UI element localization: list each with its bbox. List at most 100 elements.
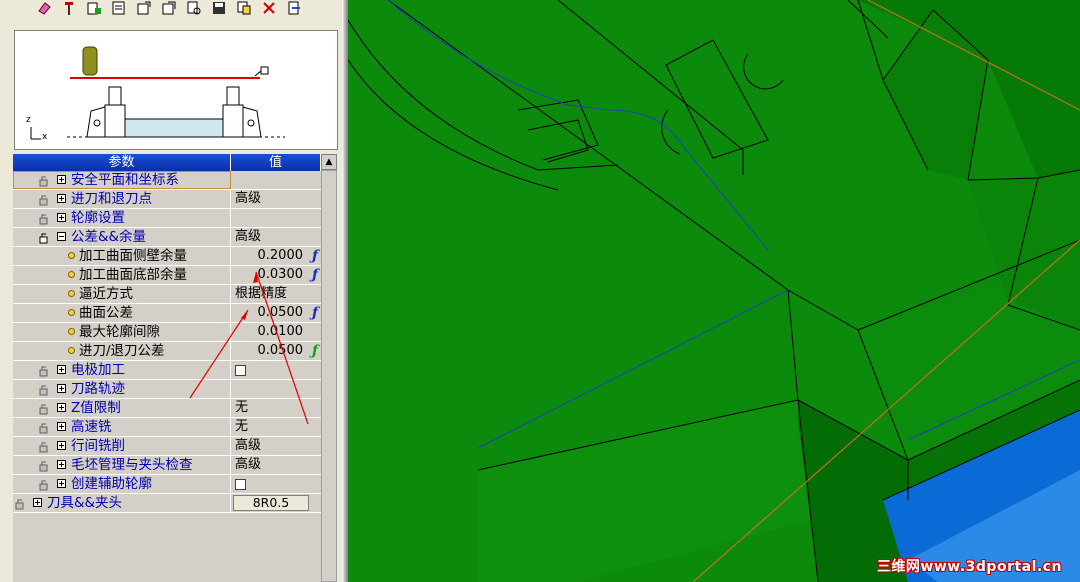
expand-icon[interactable] bbox=[57, 175, 66, 184]
param-label: 安全平面和坐标系 bbox=[71, 172, 179, 188]
expand-icon[interactable] bbox=[57, 194, 66, 203]
lock-icon bbox=[39, 174, 49, 187]
param-label: 曲面公差 bbox=[79, 305, 133, 321]
param-name-cell: 行间铣削 bbox=[13, 437, 231, 455]
param-value[interactable]: 高级 bbox=[231, 228, 321, 246]
param-label: 逼近方式 bbox=[79, 286, 133, 302]
pin-icon[interactable] bbox=[61, 0, 77, 16]
parameter-bulb-icon bbox=[68, 252, 75, 259]
save-icon[interactable] bbox=[211, 0, 227, 16]
param-name-cell: 刀路轨迹 bbox=[13, 380, 231, 398]
param-label: 刀路轨迹 bbox=[71, 381, 125, 397]
scroll-up-arrow-icon[interactable]: ▲ bbox=[321, 154, 337, 170]
tool-add-icon[interactable] bbox=[86, 0, 102, 16]
param-label: 公差&&余量 bbox=[71, 229, 147, 245]
scrollbar-thumb[interactable] bbox=[321, 170, 337, 582]
column-header-parameter[interactable]: 参数 bbox=[13, 154, 231, 171]
param-row-side-stock[interactable]: 加工曲面侧壁余量 0.2000 ƒ bbox=[13, 247, 321, 266]
param-row-contour-settings[interactable]: 轮廓设置 bbox=[13, 209, 321, 228]
function-icon[interactable]: ƒ bbox=[312, 342, 318, 360]
auxiliary-contour-checkbox[interactable] bbox=[235, 479, 246, 490]
param-label: Z值限制 bbox=[71, 400, 121, 416]
tool-list-icon[interactable] bbox=[111, 0, 127, 16]
column-header-value[interactable]: 值 bbox=[231, 154, 321, 171]
parameter-table: 参数 值 安全平面和坐标系 进刀和退刀点 高级 轮廓设置 公差&&余量 高级 加… bbox=[13, 154, 337, 582]
param-value[interactable]: 高级 bbox=[231, 437, 321, 455]
param-row-toolpath[interactable]: 刀路轨迹 bbox=[13, 380, 321, 399]
param-row-auxiliary-contour[interactable]: 创建辅助轮廓 bbox=[13, 475, 321, 494]
eraser-icon[interactable] bbox=[36, 0, 52, 16]
expand-icon[interactable] bbox=[57, 422, 66, 431]
param-row-approach-tolerance[interactable]: 进刀/退刀公差 0.0500 ƒ bbox=[13, 342, 321, 361]
tool-select-button[interactable]: 8R0.5 bbox=[233, 495, 309, 511]
param-value bbox=[231, 171, 321, 189]
expand-icon[interactable] bbox=[57, 384, 66, 393]
lock-icon bbox=[39, 364, 49, 377]
param-value-field[interactable]: 0.0300 ƒ bbox=[231, 266, 321, 284]
param-row-tool-holder[interactable]: 刀具&&夹头 8R0.5 bbox=[13, 494, 321, 513]
expand-icon[interactable] bbox=[57, 479, 66, 488]
preview-diagram bbox=[30, 46, 285, 140]
collapse-icon[interactable] bbox=[57, 232, 66, 241]
param-row-approach-retract[interactable]: 进刀和退刀点 高级 bbox=[13, 190, 321, 209]
param-value[interactable]: 高级 bbox=[231, 456, 321, 474]
param-row-max-contour-gap[interactable]: 最大轮廓间隙 0.0100 bbox=[13, 323, 321, 342]
expand-icon[interactable] bbox=[57, 213, 66, 222]
parameter-panel: z x 参数 值 安全平面和坐标系 进刀和退刀点 高级 轮廓设置 公差&&余量 … bbox=[0, 0, 342, 582]
param-value-field[interactable]: 0.0100 bbox=[231, 323, 321, 341]
param-name-cell: 加工曲面底部余量 bbox=[13, 266, 231, 284]
export-icon[interactable] bbox=[136, 0, 152, 16]
lock-icon bbox=[39, 231, 49, 244]
vertical-scrollbar[interactable]: ▲ bbox=[321, 154, 337, 582]
expand-icon[interactable] bbox=[57, 365, 66, 374]
function-icon[interactable]: ƒ bbox=[312, 304, 318, 322]
function-icon[interactable]: ƒ bbox=[312, 266, 318, 284]
param-value bbox=[231, 380, 321, 398]
copy-icon[interactable] bbox=[236, 0, 252, 16]
expand-icon[interactable] bbox=[57, 460, 66, 469]
param-row-surface-tolerance[interactable]: 曲面公差 0.0500 ƒ bbox=[13, 304, 321, 323]
param-label: 进刀/退刀公差 bbox=[79, 343, 165, 359]
function-icon[interactable]: ƒ bbox=[312, 247, 318, 265]
param-row-stock-holder-check[interactable]: 毛坯管理与夹头检查 高级 bbox=[13, 456, 321, 475]
lock-icon bbox=[15, 497, 25, 510]
param-row-z-limit[interactable]: Z值限制 无 bbox=[13, 399, 321, 418]
param-value[interactable]: 根据精度 bbox=[231, 285, 321, 303]
param-value-field[interactable]: 0.0500 ƒ bbox=[231, 304, 321, 322]
param-label: 加工曲面侧壁余量 bbox=[79, 248, 187, 264]
param-name-cell: 曲面公差 bbox=[13, 304, 231, 322]
param-row-electrode[interactable]: 电极加工 bbox=[13, 361, 321, 380]
param-name-cell: 加工曲面侧壁余量 bbox=[13, 247, 231, 265]
import-icon[interactable] bbox=[161, 0, 177, 16]
param-row-floor-stock[interactable]: 加工曲面底部余量 0.0300 ƒ bbox=[13, 266, 321, 285]
lock-icon bbox=[39, 193, 49, 206]
param-value[interactable]: 高级 bbox=[231, 190, 321, 208]
param-row-tolerance-stock[interactable]: 公差&&余量 高级 bbox=[13, 228, 321, 247]
expand-icon[interactable] bbox=[57, 441, 66, 450]
search-icon[interactable] bbox=[186, 0, 202, 16]
param-row-high-speed[interactable]: 高速铣 无 bbox=[13, 418, 321, 437]
param-row-stepover[interactable]: 行间铣削 高级 bbox=[13, 437, 321, 456]
electrode-checkbox[interactable] bbox=[235, 365, 246, 376]
param-value[interactable]: 无 bbox=[231, 418, 321, 436]
param-row-safety-plane[interactable]: 安全平面和坐标系 bbox=[13, 171, 321, 190]
3d-viewport[interactable]: 三维网www.3dportal.cn bbox=[348, 0, 1080, 582]
parameter-bulb-icon bbox=[68, 271, 75, 278]
lock-icon bbox=[39, 402, 49, 415]
delete-tool-icon[interactable] bbox=[261, 0, 277, 16]
param-value[interactable]: 无 bbox=[231, 399, 321, 417]
param-value-field[interactable]: 0.2000 ƒ bbox=[231, 247, 321, 265]
param-value: 0.0100 bbox=[257, 324, 304, 339]
param-name-cell: 逼近方式 bbox=[13, 285, 231, 303]
exit-icon[interactable] bbox=[286, 0, 302, 16]
param-row-approximation[interactable]: 逼近方式 根据精度 bbox=[13, 285, 321, 304]
parameter-bulb-icon bbox=[68, 290, 75, 297]
param-label: 进刀和退刀点 bbox=[71, 191, 152, 207]
expand-icon[interactable] bbox=[33, 498, 42, 507]
expand-icon[interactable] bbox=[57, 403, 66, 412]
param-name-cell: 电极加工 bbox=[13, 361, 231, 379]
param-name-cell: 轮廓设置 bbox=[13, 209, 231, 227]
axis-x-label: x bbox=[42, 132, 48, 142]
param-value-field[interactable]: 0.0500 ƒ bbox=[231, 342, 321, 360]
lock-icon bbox=[39, 440, 49, 453]
